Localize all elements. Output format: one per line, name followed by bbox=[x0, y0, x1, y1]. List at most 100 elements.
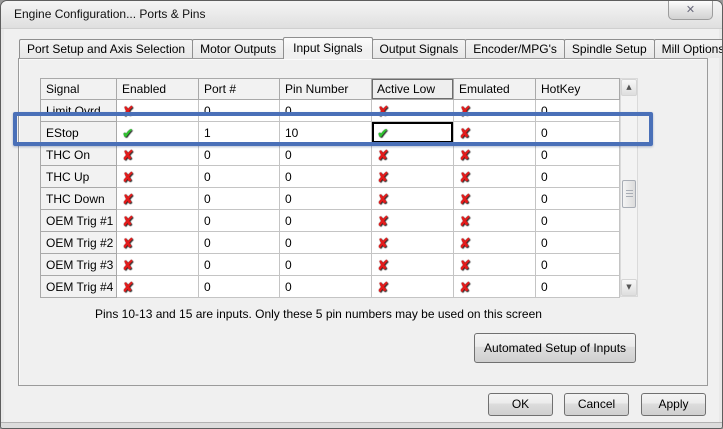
limit-ovrd-signal-cell: Limit Ovrd bbox=[41, 100, 117, 122]
pin-usage-note: Pins 10-13 and 15 are inputs. Only these… bbox=[95, 307, 542, 321]
oem-trig-1-pin-cell[interactable]: 0 bbox=[280, 210, 372, 232]
oem-trig-2-emulated-cell[interactable]: ✘ bbox=[454, 232, 536, 254]
oem-trig-3-emulated-cell[interactable]: ✘ bbox=[454, 254, 536, 276]
estop-active_low-cell[interactable]: ✔ bbox=[372, 122, 454, 144]
oem-trig-4-pin-cell[interactable]: 0 bbox=[280, 276, 372, 298]
limit-ovrd-enabled-cell[interactable]: ✘ bbox=[117, 100, 199, 122]
estop-port-cell[interactable]: 1 bbox=[199, 122, 280, 144]
cross-icon: ✘ bbox=[122, 215, 134, 229]
scrollbar-thumb[interactable] bbox=[622, 180, 636, 208]
grid-row-oem-trig-1: OEM Trig #1✘00✘✘0 bbox=[41, 210, 620, 232]
oem-trig-3-port-cell[interactable]: 0 bbox=[199, 254, 280, 276]
thc-on-enabled-cell[interactable]: ✘ bbox=[117, 144, 199, 166]
thc-up-signal-cell: THC Up bbox=[41, 166, 117, 188]
oem-trig-1-active_low-cell[interactable]: ✘ bbox=[372, 210, 454, 232]
cross-icon: ✘ bbox=[122, 193, 134, 207]
grid-row-oem-trig-3: OEM Trig #3✘00✘✘0 bbox=[41, 254, 620, 276]
limit-ovrd-hotkey-cell[interactable]: 0 bbox=[536, 100, 620, 122]
column-header-signal: Signal bbox=[41, 79, 117, 100]
thc-down-emulated-cell[interactable]: ✘ bbox=[454, 188, 536, 210]
oem-trig-1-port-cell[interactable]: 0 bbox=[199, 210, 280, 232]
estop-emulated-cell[interactable]: ✘ bbox=[454, 122, 536, 144]
thc-up-hotkey-cell[interactable]: 0 bbox=[536, 166, 620, 188]
oem-trig-2-port-cell[interactable]: 0 bbox=[199, 232, 280, 254]
tab-motor-outputs[interactable]: Motor Outputs bbox=[192, 39, 284, 58]
oem-trig-2-active_low-cell[interactable]: ✘ bbox=[372, 232, 454, 254]
thc-up-pin-cell[interactable]: 0 bbox=[280, 166, 372, 188]
thc-down-port-cell[interactable]: 0 bbox=[199, 188, 280, 210]
tab-mill-options[interactable]: Mill Options bbox=[654, 39, 723, 58]
oem-trig-4-port-cell[interactable]: 0 bbox=[199, 276, 280, 298]
cross-icon: ✘ bbox=[459, 105, 471, 119]
thc-up-active_low-cell[interactable]: ✘ bbox=[372, 166, 454, 188]
oem-trig-3-hotkey-cell[interactable]: 0 bbox=[536, 254, 620, 276]
thc-up-enabled-cell[interactable]: ✘ bbox=[117, 166, 199, 188]
cross-icon: ✘ bbox=[459, 237, 471, 251]
automated-setup-of-inputs-button[interactable]: Automated Setup of Inputs bbox=[474, 333, 636, 363]
grid-vertical-scrollbar[interactable]: ▲ ▼ bbox=[620, 78, 638, 297]
cross-icon: ✘ bbox=[122, 281, 134, 295]
grid-row-oem-trig-4: OEM Trig #4✘00✘✘0 bbox=[41, 276, 620, 298]
tab-output-signals[interactable]: Output Signals bbox=[372, 39, 467, 58]
tab-port-setup-and-axis-selection[interactable]: Port Setup and Axis Selection bbox=[19, 39, 193, 58]
thc-up-port-cell[interactable]: 0 bbox=[199, 166, 280, 188]
oem-trig-2-enabled-cell[interactable]: ✘ bbox=[117, 232, 199, 254]
cross-icon: ✘ bbox=[377, 215, 389, 229]
oem-trig-1-emulated-cell[interactable]: ✘ bbox=[454, 210, 536, 232]
cross-icon: ✘ bbox=[459, 193, 471, 207]
thc-on-emulated-cell[interactable]: ✘ bbox=[454, 144, 536, 166]
thc-on-active_low-cell[interactable]: ✘ bbox=[372, 144, 454, 166]
limit-ovrd-pin-cell[interactable]: 0 bbox=[280, 100, 372, 122]
oem-trig-1-hotkey-cell[interactable]: 0 bbox=[536, 210, 620, 232]
scrollbar-down-button[interactable]: ▼ bbox=[621, 279, 637, 296]
cross-icon: ✘ bbox=[377, 105, 389, 119]
oem-trig-3-active_low-cell[interactable]: ✘ bbox=[372, 254, 454, 276]
input-signals-grid: Signal Enabled Port # Pin Number Active … bbox=[40, 78, 620, 298]
up-arrow-icon: ▲ bbox=[626, 83, 631, 91]
oem-trig-4-hotkey-cell[interactable]: 0 bbox=[536, 276, 620, 298]
tab-strip: Port Setup and Axis Selection Motor Outp… bbox=[19, 36, 723, 58]
cross-icon: ✘ bbox=[122, 171, 134, 185]
estop-pin-cell[interactable]: 10 bbox=[280, 122, 372, 144]
cancel-button[interactable]: Cancel bbox=[564, 393, 629, 416]
thc-up-emulated-cell[interactable]: ✘ bbox=[454, 166, 536, 188]
thc-on-port-cell[interactable]: 0 bbox=[199, 144, 280, 166]
tab-spindle-setup[interactable]: Spindle Setup bbox=[564, 39, 655, 58]
thc-down-active_low-cell[interactable]: ✘ bbox=[372, 188, 454, 210]
oem-trig-3-pin-cell[interactable]: 0 bbox=[280, 254, 372, 276]
cross-icon: ✘ bbox=[122, 149, 134, 163]
cross-icon: ✘ bbox=[459, 215, 471, 229]
oem-trig-1-signal-cell: OEM Trig #1 bbox=[41, 210, 117, 232]
limit-ovrd-active_low-cell[interactable]: ✘ bbox=[372, 100, 454, 122]
thc-on-hotkey-cell[interactable]: 0 bbox=[536, 144, 620, 166]
limit-ovrd-port-cell[interactable]: 0 bbox=[199, 100, 280, 122]
oem-trig-2-hotkey-cell[interactable]: 0 bbox=[536, 232, 620, 254]
tab-encoder-mpgs[interactable]: Encoder/MPG's bbox=[465, 39, 565, 58]
cross-icon: ✘ bbox=[122, 237, 134, 251]
oem-trig-1-enabled-cell[interactable]: ✘ bbox=[117, 210, 199, 232]
thc-down-hotkey-cell[interactable]: 0 bbox=[536, 188, 620, 210]
scrollbar-track[interactable] bbox=[621, 96, 637, 281]
cross-icon: ✘ bbox=[459, 259, 471, 273]
oem-trig-3-enabled-cell[interactable]: ✘ bbox=[117, 254, 199, 276]
check-icon: ✔ bbox=[377, 127, 389, 141]
scrollbar-up-button[interactable]: ▲ bbox=[621, 79, 637, 96]
cross-icon: ✘ bbox=[459, 127, 471, 141]
cross-icon: ✘ bbox=[377, 171, 389, 185]
cross-icon: ✘ bbox=[377, 281, 389, 295]
cross-icon: ✘ bbox=[377, 259, 389, 273]
tab-input-signals[interactable]: Input Signals bbox=[283, 37, 372, 59]
thc-on-pin-cell[interactable]: 0 bbox=[280, 144, 372, 166]
oem-trig-4-enabled-cell[interactable]: ✘ bbox=[117, 276, 199, 298]
oem-trig-4-active_low-cell[interactable]: ✘ bbox=[372, 276, 454, 298]
close-button[interactable]: ✕ bbox=[668, 1, 713, 20]
oem-trig-2-pin-cell[interactable]: 0 bbox=[280, 232, 372, 254]
estop-enabled-cell[interactable]: ✔ bbox=[117, 122, 199, 144]
thc-down-pin-cell[interactable]: 0 bbox=[280, 188, 372, 210]
limit-ovrd-emulated-cell[interactable]: ✘ bbox=[454, 100, 536, 122]
ok-button[interactable]: OK bbox=[488, 393, 553, 416]
thc-down-enabled-cell[interactable]: ✘ bbox=[117, 188, 199, 210]
oem-trig-4-emulated-cell[interactable]: ✘ bbox=[454, 276, 536, 298]
estop-hotkey-cell[interactable]: 0 bbox=[536, 122, 620, 144]
apply-button[interactable]: Apply bbox=[641, 393, 706, 416]
